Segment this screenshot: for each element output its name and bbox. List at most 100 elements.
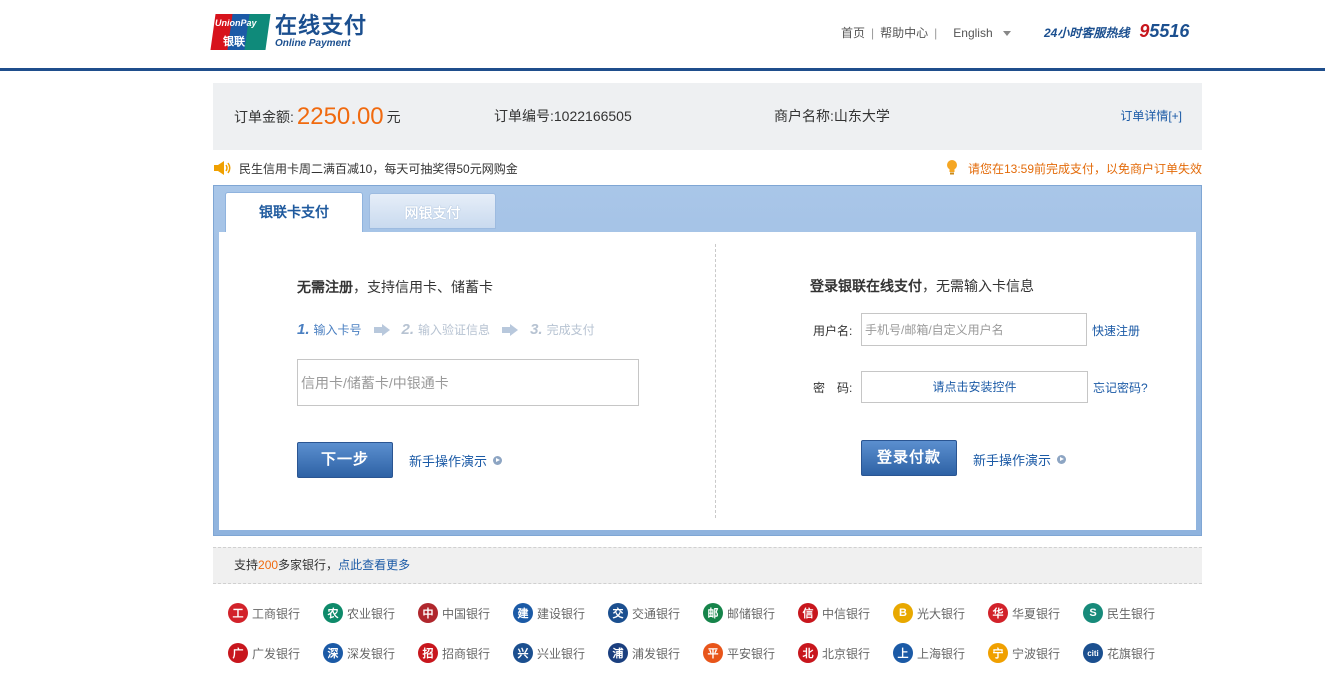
spdb-icon: 浦 [608, 643, 628, 663]
bank-name: 光大银行 [917, 606, 966, 621]
bank-count-suffix: 多家银行， [278, 558, 339, 572]
order-number: 订单编号:1022166505 [494, 83, 632, 150]
hxb-icon: 华 [988, 603, 1008, 623]
bank-name: 建设银行 [537, 606, 586, 621]
pingan-icon: 平 [703, 643, 723, 663]
bank-item[interactable]: 上上海银行 [893, 643, 965, 663]
bank-item[interactable]: 兴兴业银行 [513, 643, 585, 663]
unionpay-logo-icon: UnionPay 银联 [210, 14, 271, 50]
bank-item[interactable]: 宁宁波银行 [988, 643, 1060, 663]
nav-home-link[interactable]: 首页 [841, 24, 865, 41]
bank-name: 浦发银行 [632, 646, 681, 661]
lightbulb-icon [947, 160, 957, 175]
username-label: 用户名: [813, 324, 853, 338]
card-number-input[interactable] [297, 359, 639, 406]
username-input[interactable] [861, 313, 1087, 346]
psbc-icon: 邮 [703, 603, 723, 623]
nav-help-link[interactable]: 帮助中心 [880, 24, 928, 41]
bank-name: 华夏银行 [1012, 606, 1061, 621]
bob-icon: 北 [798, 643, 818, 663]
bank-item[interactable]: S 民生银行 [1083, 603, 1155, 623]
bank-item[interactable]: 招招商银行 [418, 643, 490, 663]
bank-item[interactable]: 建建设银行 [513, 603, 585, 623]
bank-name: 工商银行 [252, 606, 301, 621]
bank-item[interactable]: 华华夏银行 [988, 603, 1060, 623]
step3-number: 3. [530, 321, 543, 338]
payment-steps: 1. 输入卡号 2. 输入验证信息 3. 完成支付 [297, 321, 595, 338]
card-pay-title: 无需注册，支持信用卡、储蓄卡 [297, 277, 493, 297]
chevron-down-icon[interactable] [1002, 30, 1011, 36]
unionpay-logo[interactable]: UnionPay 银联 在线支付 Online Payment [210, 14, 367, 50]
play-circle-icon[interactable] [1057, 455, 1067, 464]
abc-icon: 农 [323, 603, 343, 623]
bank-support-bar: 支持200多家银行，点此查看更多 [213, 547, 1202, 584]
login-pay-title-bold: 登录银联在线支付 [810, 278, 922, 294]
logo-mark-cn: 银联 [223, 36, 245, 48]
order-amount-value: 2250.00 [296, 103, 384, 130]
more-banks-link[interactable]: 点此查看更多 [338, 558, 410, 572]
bank-item[interactable]: 邮邮储银行 [703, 603, 775, 623]
bank-name: 农业银行 [347, 606, 396, 621]
bank-item[interactable]: 中中国银行 [418, 603, 490, 623]
bank-item[interactable]: 信中信银行 [798, 603, 870, 623]
bank-item[interactable]: 深深发银行 [323, 643, 395, 663]
card-pay-title-bold: 无需注册 [297, 279, 353, 295]
tab-card-pay[interactable]: 银联卡支付 [225, 192, 363, 233]
order-amount-label: 订单金额: [234, 109, 294, 125]
sdb-icon: 深 [323, 643, 343, 663]
icbc-icon: 工 [228, 603, 248, 623]
bank-name: 花旗银行 [1107, 646, 1156, 661]
bank-item[interactable]: 平平安银行 [703, 643, 775, 663]
bank-count-prefix: 支持 [234, 558, 259, 572]
demo-link-label[interactable]: 新手操作演示 [409, 451, 487, 470]
order-currency: 元 [386, 109, 401, 125]
bank-name: 平安银行 [727, 646, 776, 661]
notice-bar: 民生信用卡周二满百减10，每天可抽奖得50元网购金 请您在13:59前完成支付，… [213, 159, 1202, 177]
step1-number: 1. [297, 321, 310, 338]
merchant-label: 商户名称: [774, 108, 834, 124]
bank-name: 邮储银行 [727, 606, 776, 621]
panel-content: 无需注册，支持信用卡、储蓄卡 1. 输入卡号 2. 输入验证信息 3. 完成支付… [219, 232, 1196, 530]
login-pay-title: 登录银联在线支付，无需输入卡信息 [810, 276, 1034, 296]
demo-link-label[interactable]: 新手操作演示 [973, 450, 1051, 469]
nav-separator: | [934, 25, 938, 40]
order-detail-link[interactable]: 订单详情[+] [1120, 83, 1182, 150]
bank-name: 广发银行 [252, 646, 301, 661]
bank-item[interactable]: 工工商银行 [228, 603, 300, 623]
language-select[interactable]: English [953, 26, 992, 40]
quick-register-link[interactable]: 快速注册 [1092, 322, 1140, 339]
demo-link-left[interactable]: 新手操作演示 [409, 451, 503, 470]
header: UnionPay 银联 在线支付 Online Payment 首页 | 帮助中… [0, 0, 1325, 71]
cib-icon: 兴 [513, 643, 533, 663]
order-amount: 订单金额: 2250.00 元 [234, 83, 401, 151]
hotline-label: 24小时客服热线 [1044, 26, 1130, 40]
payment-panel: 银联卡支付 网银支付 无需注册，支持信用卡、储蓄卡 1. 输入卡号 2. 输入验… [213, 185, 1202, 536]
forgot-password-link[interactable]: 忘记密码? [1093, 379, 1148, 396]
arrow-right-icon [502, 323, 519, 336]
speaker-icon [214, 161, 231, 175]
password-label: 密 码: [813, 381, 853, 395]
hotline-number-first: 9 [1139, 21, 1150, 41]
promo-text[interactable]: 民生信用卡周二满百减10，每天可抽奖得50元网购金 [239, 160, 518, 177]
demo-link-right[interactable]: 新手操作演示 [973, 450, 1067, 469]
bank-item[interactable]: 北北京银行 [798, 643, 870, 663]
login-pay-title-rest: ，无需输入卡信息 [922, 278, 1034, 294]
bank-item[interactable]: B 光大银行 [893, 603, 965, 623]
bank-item[interactable]: 交交通银行 [608, 603, 680, 623]
bank-item[interactable]: 浦浦发银行 [608, 643, 680, 663]
password-field[interactable]: 请点击安装控件 [861, 371, 1088, 403]
bank-item[interactable]: citi 花旗银行 [1083, 643, 1155, 663]
logo-mark-text: UnionPay [215, 18, 257, 28]
bank-name: 北京银行 [822, 646, 871, 661]
login-pay-button[interactable]: 登录付款 [861, 440, 957, 476]
play-circle-icon[interactable] [493, 456, 503, 465]
tab-bank-pay[interactable]: 网银支付 [369, 193, 496, 229]
ccb-icon: 建 [513, 603, 533, 623]
ceb-icon: B [893, 603, 913, 623]
bank-item[interactable]: 农农业银行 [323, 603, 395, 623]
step1-label: 输入卡号 [313, 323, 362, 337]
next-step-button[interactable]: 下一步 [297, 442, 393, 478]
bank-name: 上海银行 [917, 646, 966, 661]
cmb-icon: 招 [418, 643, 438, 663]
bank-item[interactable]: 广广发银行 [228, 643, 300, 663]
